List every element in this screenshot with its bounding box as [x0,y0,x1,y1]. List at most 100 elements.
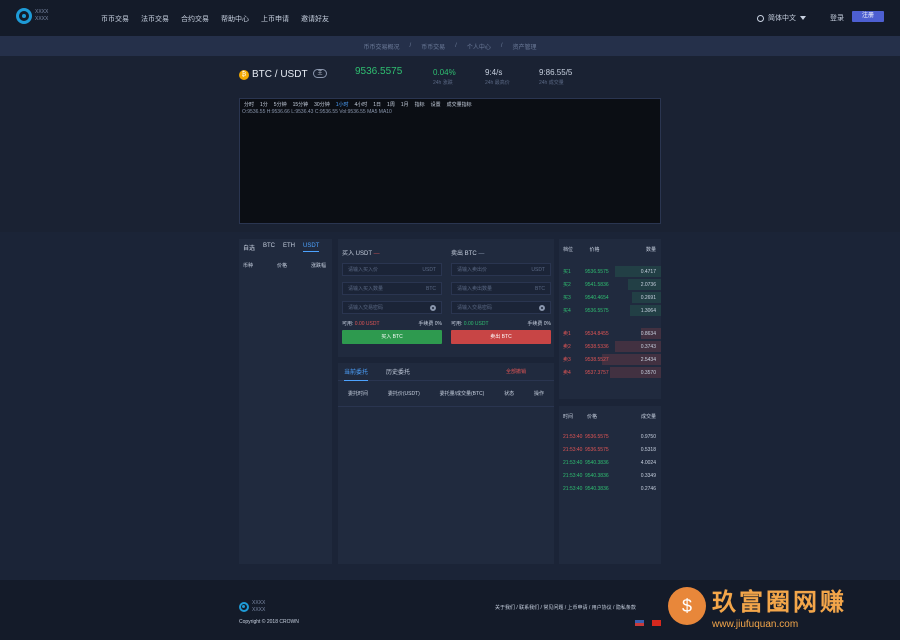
logo-line1: XXXX [35,9,49,15]
tab-usdt[interactable]: USDT [303,243,320,252]
chart-interval-7[interactable]: 1日 [373,101,381,108]
deal-cell: 21:53:40 [563,433,583,440]
chart-indicator[interactable]: 成交量指标 [447,101,472,108]
kline-chart[interactable]: 分时 1分 5分钟 15分钟 30分钟 1小时 4小时 1日 1周 1月 指标 设置 成交量指标 O:9… [239,98,661,224]
nav-item-spot[interactable]: 币币交易 [101,14,129,24]
nav-item-invite[interactable]: 邀请好友 [301,14,329,24]
footer-links[interactable]: 关于我们 / 联系我们 / 常见问题 / 上币申请 / 用户协议 / 隐私条款 [495,604,636,611]
order-cell: 2.5434 [640,356,656,363]
gear-icon[interactable] [430,304,436,311]
latest-deals: 时间 价格 成交量 21:53:40 9536.5575 0.9750 21:53:4… [559,406,661,564]
order-row[interactable]: 买3 9540.4654 0.2691 [559,291,661,304]
chart-interval-11[interactable]: 设置 [431,101,441,108]
order-cell: 买4 [563,308,571,314]
sell-available: 可用: 0.00 USDT 手续费 0% [451,321,551,327]
tab-history-orders[interactable]: 历史委托 [386,367,410,376]
deal-cell: 9540.3836 [585,459,609,466]
gear-icon[interactable] [539,304,545,311]
tab-favorites[interactable]: 自选 [243,243,255,252]
order-cell: 卖3 [563,357,571,363]
orders-table-header: 委托时间 委托价(USDT) 委托量/成交量(BTC) 状态 操作 [338,381,554,407]
cancel-all-button[interactable]: 全部撤销 [506,368,526,375]
sell-button[interactable]: 卖出 BTC [451,330,551,344]
buy-button[interactable]: 买入 BTC [342,330,442,344]
register-button[interactable]: 注册 [852,11,884,22]
main-nav: 币币交易 法币交易 合约交易 帮助中心 上币申请 邀请好友 [101,14,341,24]
chart-interval-8[interactable]: 1周 [387,101,395,108]
deal-cell: 21:53:40 [563,459,583,466]
deal-row: 21:53:40 9536.5575 0.5318 [559,443,661,456]
nav-item-contract[interactable]: 合约交易 [181,14,209,24]
order-cell: 9534.8455 [585,330,609,337]
watermark: $ 玖富圈网赚 www.jiufuquan.com [668,578,890,633]
buy-amount-input[interactable]: 请输入买入数量 BTC [342,282,442,295]
deal-cell: 21:53:40 [563,446,583,453]
chart-interval-4[interactable]: 30分钟 [314,101,330,108]
order-cell: 9536.5575 [585,268,609,275]
order-row[interactable]: 卖3 9538.5527 2.5434 [559,353,661,366]
buy-password-input[interactable]: 请输入交易密码 [342,301,442,314]
order-row[interactable]: 卖4 9537.3757 0.3570 [559,366,661,379]
order-cell: 0.3570 [640,369,656,376]
order-row[interactable]: 买4 9536.5575 1.3064 [559,304,661,317]
buy-title: 买入 USDT [342,251,372,257]
nav-item-listing[interactable]: 上币申请 [261,14,289,24]
chart-interval-2[interactable]: 5分钟 [274,101,287,108]
chart-interval-3[interactable]: 15分钟 [293,101,309,108]
stat-change: 0.04% 24h 涨跌 [433,68,456,86]
order-cell: 9537.3757 [585,369,609,376]
order-cell: 卖1 [563,331,571,337]
tab-eth[interactable]: ETH [283,243,295,252]
deal-cell: 9536.5575 [585,446,609,453]
order-book-header: 档位 价格 数量 [563,247,656,253]
pair-tag-badge: 主 [313,69,327,78]
last-price: 9536.5575 [355,66,403,77]
cn-flag-icon[interactable] [652,620,661,626]
coin-list-panel: 自选 BTC ETH USDT 币种 价格 涨跌幅 [239,239,332,564]
chart-legend: O:9536.55 H:9536.66 L:9536.43 C:9536.55 … [242,109,392,115]
breadcrumb-item[interactable]: 个人中心 [467,42,491,51]
breadcrumb-item[interactable]: 币币交易概况 [363,42,399,51]
watermark-url: www.jiufuquan.com [712,618,799,630]
order-row[interactable]: 买2 9541.5836 2.0736 [559,278,661,291]
sell-amount-input[interactable]: 请输入卖出数量 BTC [451,282,551,295]
logo-icon [239,602,249,612]
tab-btc[interactable]: BTC [263,243,275,252]
stat-volume: 9:86.55/5 24h 成交量 [539,68,573,86]
order-row[interactable]: 买1 9536.5575 0.4717 [559,265,661,278]
stat-high: 9:4/s 24h 最高价 [485,68,510,86]
buy-available: 可用: 0.00 USDT 手续费 0% [342,321,442,327]
site-logo[interactable]: XXXX XXXX [16,8,48,24]
pair-name: BTC / USDT [252,69,308,80]
chevron-down-icon [800,16,806,20]
order-row[interactable]: 卖1 9534.8455 0.8634 [559,327,661,340]
language-selector[interactable]: 简体中文 [757,13,806,23]
deal-cell: 21:53:40 [563,472,583,479]
sell-price-input[interactable]: 请输入卖出价 USDT [451,263,551,276]
order-row[interactable]: 卖2 9538.5336 0.3743 [559,340,661,353]
breadcrumb: 币币交易概况 / 币币交易 / 个人中心 / 资产管理 [0,36,900,56]
breadcrumb-item[interactable]: 资产管理 [513,42,537,51]
login-link[interactable]: 登录 [830,13,844,23]
order-cell: 卖2 [563,344,571,350]
chart-interval-6[interactable]: 4小时 [354,101,367,108]
chart-interval-5[interactable]: 1小时 [336,101,349,108]
tab-current-orders[interactable]: 当前委托 [344,367,369,381]
chart-interval-9[interactable]: 1月 [401,101,409,108]
us-flag-icon[interactable] [635,620,644,626]
nav-item-help[interactable]: 帮助中心 [221,14,249,24]
nav-item-otc[interactable]: 法币交易 [141,14,169,24]
order-cell: 买3 [563,295,571,301]
copyright: Copyright © 2018 CROWN [239,619,299,625]
buy-price-input[interactable]: 请输入买入价 USDT [342,263,442,276]
buy-form: 买入 USDT — 请输入买入价 USDT 请输入买入数量 BTC 请输入交易密码 … [342,239,442,344]
coin-list-header: 币种 价格 涨跌幅 [243,263,326,269]
chart-interval-1[interactable]: 1分 [260,101,268,108]
deal-cell: 21:53:40 [563,485,583,492]
order-cell: 9541.5836 [585,281,609,288]
sell-password-input[interactable]: 请输入交易密码 [451,301,551,314]
breadcrumb-item[interactable]: 币币交易 [421,42,445,51]
deal-cell: 0.3349 [640,472,656,479]
chart-interval-10[interactable]: 指标 [415,101,425,108]
chart-interval-0[interactable]: 分时 [244,101,254,108]
